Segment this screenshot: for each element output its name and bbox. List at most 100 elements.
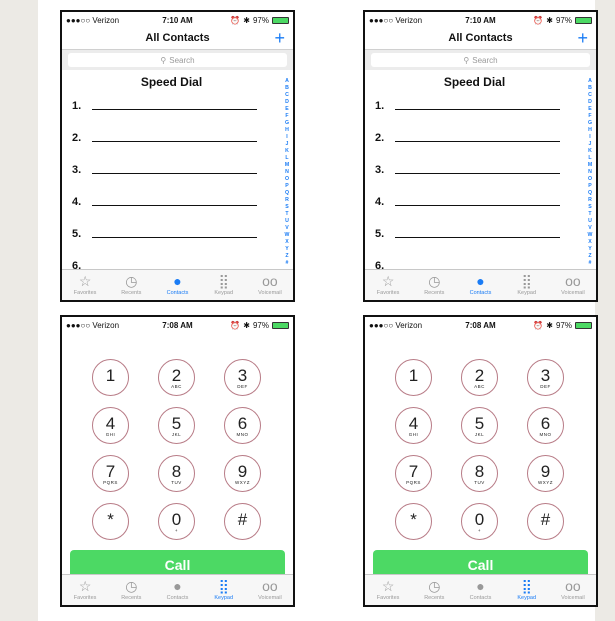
index-letter[interactable]: U: [283, 218, 291, 225]
index-letter[interactable]: T: [283, 211, 291, 218]
search-input[interactable]: ⚲ Search: [371, 53, 590, 67]
index-letter[interactable]: D: [586, 99, 594, 106]
alphabet-index[interactable]: A B C D E F G H I J K L M N O P Q R S T U V W X Y Z #: [283, 78, 291, 267]
key-3[interactable]: 4 GHI: [395, 407, 432, 444]
index-letter[interactable]: L: [586, 155, 594, 162]
tab-contacts[interactable]: ● Contacts: [457, 575, 503, 605]
index-letter[interactable]: T: [586, 211, 594, 218]
index-letter[interactable]: N: [586, 169, 594, 176]
key-2[interactable]: 3 DEF: [224, 359, 261, 396]
alphabet-index[interactable]: A B C D E F G H I J K L M N O P Q R S T U V W X Y Z #: [586, 78, 594, 267]
index-letter[interactable]: Q: [586, 190, 594, 197]
speed-dial-row[interactable]: 2.: [375, 130, 560, 144]
speed-dial-row[interactable]: 1.: [72, 98, 257, 112]
index-letter[interactable]: C: [283, 92, 291, 99]
key-11[interactable]: #: [527, 503, 564, 540]
index-letter[interactable]: P: [586, 183, 594, 190]
tab-recents[interactable]: ◷ Recents: [411, 270, 457, 300]
key-10[interactable]: 0 +: [461, 503, 498, 540]
index-letter[interactable]: Z: [283, 253, 291, 260]
add-contact-button[interactable]: +: [274, 27, 285, 49]
tab-voicemail[interactable]: oo Voicemail: [550, 575, 596, 605]
key-1[interactable]: 2 ABC: [158, 359, 195, 396]
index-letter[interactable]: R: [283, 197, 291, 204]
speed-dial-row[interactable]: 4.: [72, 194, 257, 208]
index-letter[interactable]: A: [586, 78, 594, 85]
index-letter[interactable]: W: [283, 232, 291, 239]
index-letter[interactable]: V: [586, 225, 594, 232]
index-letter[interactable]: #: [586, 260, 594, 267]
index-letter[interactable]: J: [283, 141, 291, 148]
index-letter[interactable]: S: [283, 204, 291, 211]
index-letter[interactable]: A: [283, 78, 291, 85]
index-letter[interactable]: G: [586, 120, 594, 127]
index-letter[interactable]: E: [283, 106, 291, 113]
key-1[interactable]: 2 ABC: [461, 359, 498, 396]
tab-recents[interactable]: ◷ Recents: [108, 575, 154, 605]
index-letter[interactable]: O: [283, 176, 291, 183]
index-letter[interactable]: I: [586, 134, 594, 141]
index-letter[interactable]: I: [283, 134, 291, 141]
tab-voicemail[interactable]: oo Voicemail: [550, 270, 596, 300]
speed-dial-row[interactable]: 2.: [72, 130, 257, 144]
index-letter[interactable]: F: [283, 113, 291, 120]
key-10[interactable]: 0 +: [158, 503, 195, 540]
key-9[interactable]: *: [395, 503, 432, 540]
tab-contacts[interactable]: ● Contacts: [154, 270, 200, 300]
speed-dial-row[interactable]: 5.: [375, 226, 560, 240]
index-letter[interactable]: Z: [586, 253, 594, 260]
search-input[interactable]: ⚲ Search: [68, 53, 287, 67]
tab-contacts[interactable]: ● Contacts: [457, 270, 503, 300]
tab-favorites[interactable]: ☆ Favorites: [365, 270, 411, 300]
index-letter[interactable]: O: [586, 176, 594, 183]
index-letter[interactable]: L: [283, 155, 291, 162]
tab-contacts[interactable]: ● Contacts: [154, 575, 200, 605]
index-letter[interactable]: P: [283, 183, 291, 190]
index-letter[interactable]: C: [586, 92, 594, 99]
key-4[interactable]: 5 JKL: [158, 407, 195, 444]
tab-voicemail[interactable]: oo Voicemail: [247, 270, 293, 300]
key-2[interactable]: 3 DEF: [527, 359, 564, 396]
tab-favorites[interactable]: ☆ Favorites: [62, 270, 108, 300]
index-letter[interactable]: M: [586, 162, 594, 169]
speed-dial-row[interactable]: 3.: [375, 162, 560, 176]
key-6[interactable]: 7 PQRS: [92, 455, 129, 492]
tab-favorites[interactable]: ☆ Favorites: [62, 575, 108, 605]
index-letter[interactable]: M: [283, 162, 291, 169]
index-letter[interactable]: S: [586, 204, 594, 211]
speed-dial-row[interactable]: 5.: [72, 226, 257, 240]
index-letter[interactable]: V: [283, 225, 291, 232]
key-8[interactable]: 9 WXYZ: [224, 455, 261, 492]
index-letter[interactable]: J: [586, 141, 594, 148]
index-letter[interactable]: X: [283, 239, 291, 246]
index-letter[interactable]: H: [283, 127, 291, 134]
key-11[interactable]: #: [224, 503, 261, 540]
index-letter[interactable]: B: [283, 85, 291, 92]
index-letter[interactable]: K: [283, 148, 291, 155]
key-7[interactable]: 8 TUV: [158, 455, 195, 492]
index-letter[interactable]: K: [586, 148, 594, 155]
key-7[interactable]: 8 TUV: [461, 455, 498, 492]
index-letter[interactable]: U: [586, 218, 594, 225]
tab-favorites[interactable]: ☆ Favorites: [365, 575, 411, 605]
key-8[interactable]: 9 WXYZ: [527, 455, 564, 492]
tab-keypad[interactable]: ⣿ Keypad: [504, 575, 550, 605]
index-letter[interactable]: N: [283, 169, 291, 176]
speed-dial-row[interactable]: 1.: [375, 98, 560, 112]
index-letter[interactable]: D: [283, 99, 291, 106]
key-4[interactable]: 5 JKL: [461, 407, 498, 444]
key-0[interactable]: 1: [395, 359, 432, 396]
key-5[interactable]: 6 MNO: [224, 407, 261, 444]
index-letter[interactable]: Y: [283, 246, 291, 253]
index-letter[interactable]: #: [283, 260, 291, 267]
index-letter[interactable]: R: [586, 197, 594, 204]
key-0[interactable]: 1: [92, 359, 129, 396]
key-5[interactable]: 6 MNO: [527, 407, 564, 444]
speed-dial-row[interactable]: 4.: [375, 194, 560, 208]
speed-dial-row[interactable]: 3.: [72, 162, 257, 176]
add-contact-button[interactable]: +: [577, 27, 588, 49]
tab-keypad[interactable]: ⣿ Keypad: [201, 575, 247, 605]
index-letter[interactable]: Y: [586, 246, 594, 253]
tab-recents[interactable]: ◷ Recents: [108, 270, 154, 300]
index-letter[interactable]: H: [586, 127, 594, 134]
